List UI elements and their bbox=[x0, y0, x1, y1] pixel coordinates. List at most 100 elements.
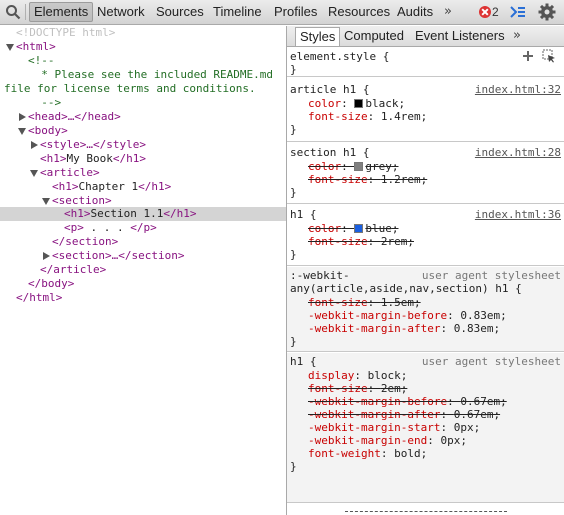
tab-styles[interactable]: Styles bbox=[295, 27, 341, 46]
color-swatch[interactable] bbox=[354, 224, 364, 233]
console-icon[interactable] bbox=[509, 4, 527, 20]
dom-node-body-close[interactable]: </body> bbox=[0, 277, 286, 291]
tab-sources[interactable]: Sources bbox=[152, 2, 208, 22]
rule-webkit-any-h1-ua[interactable]: :-webkit- user agent stylesheet any(arti… bbox=[287, 267, 564, 352]
property-value[interactable]: 1.4rem bbox=[381, 110, 421, 123]
tab-elements[interactable]: Elements bbox=[29, 2, 94, 22]
disclosure-triangle-icon[interactable] bbox=[30, 170, 38, 177]
css-property-overridden[interactable]: font-size: 1.2rem; bbox=[308, 173, 427, 186]
property-value[interactable]: blue bbox=[365, 222, 392, 235]
dom-node-section[interactable]: <section> bbox=[0, 194, 286, 208]
dom-node-h1[interactable]: <h1>My Book</h1> bbox=[0, 152, 286, 166]
property-value[interactable]: black bbox=[365, 97, 398, 110]
property-name: -webkit-margin-start bbox=[308, 421, 441, 434]
property-name[interactable]: color bbox=[308, 160, 341, 173]
property-name[interactable]: font-size bbox=[308, 110, 368, 123]
property-value[interactable]: 2rem bbox=[381, 235, 408, 248]
rule-source-link[interactable]: index.html:28 bbox=[475, 146, 561, 159]
dom-node-text: </html> bbox=[16, 291, 63, 304]
rule-h1-author[interactable]: h1 { index.html:36 color: blue; font-siz… bbox=[287, 206, 564, 266]
css-property: -webkit-margin-start: 0px; bbox=[308, 421, 481, 434]
property-name[interactable]: font-size bbox=[308, 235, 368, 248]
dom-node-html[interactable]: <html> bbox=[0, 40, 286, 54]
tag-close: </h1> bbox=[112, 152, 146, 165]
tab-audits[interactable]: Audits bbox=[393, 2, 437, 22]
rule-h1-ua[interactable]: h1 { user agent stylesheet display: bloc… bbox=[287, 353, 564, 503]
rule-source-link[interactable]: index.html:32 bbox=[475, 83, 561, 96]
tab-computed[interactable]: Computed bbox=[340, 27, 408, 46]
node-text-content: . . . bbox=[83, 221, 131, 234]
rule-selector[interactable]: article h1 { bbox=[290, 83, 369, 96]
rule-selector[interactable]: section h1 { bbox=[290, 146, 369, 159]
devtools-toolbar: Elements Network Sources Timeline Profil… bbox=[0, 0, 564, 25]
property-name[interactable]: font-size bbox=[308, 173, 368, 186]
dom-node-html-close[interactable]: </html> bbox=[0, 291, 286, 305]
dom-node-article-close[interactable]: </article> bbox=[0, 263, 286, 277]
dom-node-h1-selected[interactable]: <h1>Section 1.1</h1> bbox=[0, 207, 286, 221]
dom-node-comment[interactable]: --> bbox=[0, 96, 286, 110]
disclosure-triangle-icon[interactable] bbox=[18, 128, 26, 135]
dom-node-head[interactable]: <head>…</head> bbox=[0, 110, 286, 124]
tag-close: </h1> bbox=[138, 180, 172, 193]
disclosure-triangle-icon[interactable] bbox=[43, 252, 50, 260]
dom-node-p[interactable]: <p> . . . </p> bbox=[0, 221, 286, 235]
rule-close: } bbox=[290, 460, 297, 473]
rule-selector[interactable]: h1 { bbox=[290, 208, 317, 221]
dom-node-h1[interactable]: <h1>Chapter 1</h1> bbox=[0, 180, 286, 194]
dom-node-article[interactable]: <article> bbox=[0, 166, 286, 180]
css-property[interactable]: color: black; bbox=[308, 97, 405, 110]
rule-element-style[interactable]: element.style { } bbox=[287, 48, 564, 77]
tab-profiles[interactable]: Profiles bbox=[270, 2, 321, 22]
dom-node-comment[interactable]: * Please see the included README.md bbox=[0, 68, 286, 82]
dom-tree[interactable]: <!DOCTYPE html> <html> <!-- * Please see… bbox=[0, 26, 286, 515]
tab-network[interactable]: Network bbox=[93, 2, 149, 22]
tab-resources[interactable]: Resources bbox=[324, 2, 394, 22]
dom-node-section-close[interactable]: </section> bbox=[0, 235, 286, 249]
property-name[interactable]: color bbox=[308, 222, 341, 235]
css-property-overridden[interactable]: color: blue; bbox=[308, 222, 399, 235]
rule-selector[interactable]: element.style { bbox=[290, 50, 389, 63]
dom-node-comment[interactable]: <!-- bbox=[0, 54, 286, 68]
dom-node-body[interactable]: <body> bbox=[0, 124, 286, 138]
rule-close: } bbox=[290, 248, 297, 261]
css-property-overridden[interactable]: font-size: 2rem; bbox=[308, 235, 414, 248]
disclosure-triangle-icon[interactable] bbox=[31, 141, 38, 149]
dom-node-style[interactable]: <style>…</style> bbox=[0, 138, 286, 152]
toggle-element-state-icon[interactable] bbox=[542, 49, 556, 63]
error-icon[interactable] bbox=[479, 6, 491, 18]
tab-timeline[interactable]: Timeline bbox=[209, 2, 266, 22]
property-name[interactable]: color bbox=[308, 97, 341, 110]
property-value: bold bbox=[394, 447, 421, 460]
tag-open: <h1> bbox=[64, 207, 91, 220]
search-icon[interactable] bbox=[5, 4, 21, 20]
dom-node-comment[interactable]: file for license terms and conditions. bbox=[0, 82, 286, 96]
more-tabs-button[interactable]: » bbox=[444, 2, 452, 22]
color-swatch[interactable] bbox=[354, 162, 364, 171]
disclosure-triangle-icon[interactable] bbox=[6, 44, 14, 51]
more-sidebar-tabs-button[interactable]: » bbox=[513, 26, 521, 46]
rule-close: } bbox=[290, 63, 297, 76]
color-swatch[interactable] bbox=[354, 99, 364, 108]
tab-event-listeners[interactable]: Event Listeners bbox=[411, 27, 509, 46]
rule-source-label: user agent stylesheet bbox=[421, 269, 561, 282]
add-rule-icon[interactable] bbox=[522, 50, 534, 62]
rule-article-h1[interactable]: article h1 { index.html:32 color: black;… bbox=[287, 81, 564, 142]
dom-node-text: <!-- bbox=[28, 54, 55, 67]
rule-section-h1[interactable]: section h1 { index.html:28 color: grey; … bbox=[287, 144, 564, 204]
css-property-overridden: -webkit-margin-before: 0.67em; bbox=[308, 395, 507, 408]
css-property-overridden[interactable]: color: grey; bbox=[308, 160, 399, 173]
property-name: -webkit-margin-after bbox=[308, 408, 441, 421]
rule-source-link[interactable]: index.html:36 bbox=[475, 208, 561, 221]
dom-node-doctype[interactable]: <!DOCTYPE html> bbox=[0, 26, 286, 40]
disclosure-triangle-icon[interactable] bbox=[19, 113, 26, 121]
rule-selector-continued: any(article,aside,nav,section) h1 { bbox=[290, 282, 522, 295]
disclosure-triangle-icon[interactable] bbox=[42, 198, 50, 205]
css-property[interactable]: font-size: 1.4rem; bbox=[308, 110, 427, 123]
property-value[interactable]: grey bbox=[365, 160, 392, 173]
tag-close: </p> bbox=[130, 221, 157, 234]
box-model-edge bbox=[345, 511, 507, 512]
dom-node-section[interactable]: <section>…</section> bbox=[0, 249, 286, 263]
gear-icon[interactable] bbox=[538, 3, 556, 21]
property-value[interactable]: 1.2rem bbox=[381, 173, 421, 186]
error-count[interactable]: 2 bbox=[492, 4, 499, 20]
